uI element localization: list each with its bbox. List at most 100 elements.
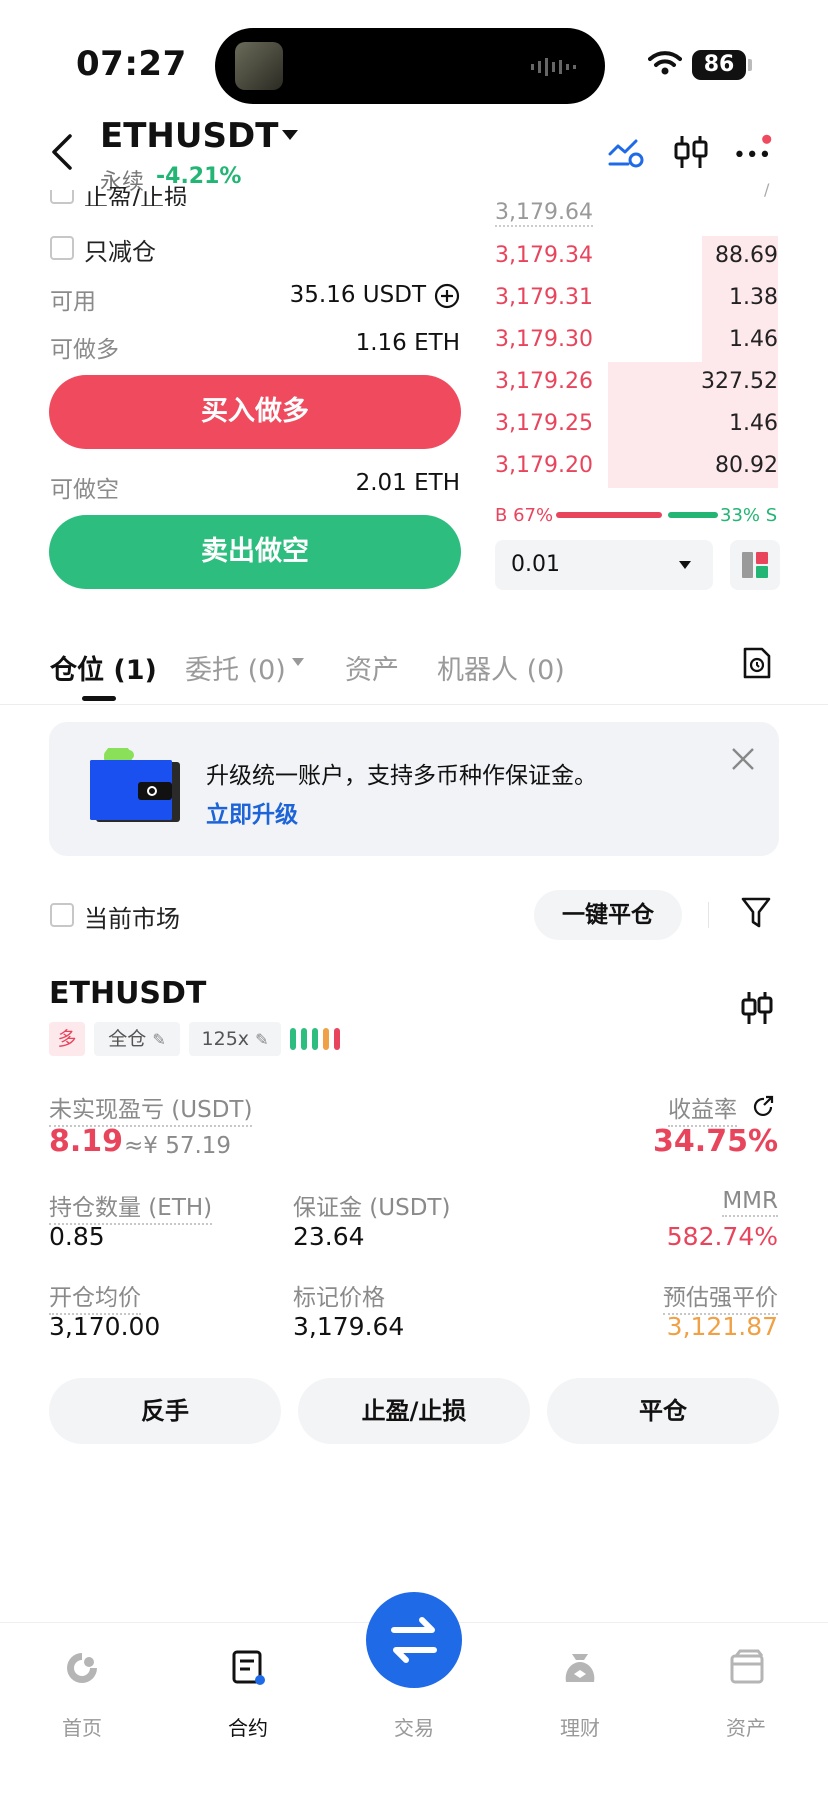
ask-size: 88.69	[715, 243, 778, 268]
nav-assets-label: 资产	[726, 1716, 766, 1740]
wallet-icon	[90, 748, 180, 822]
wifi-icon	[648, 51, 682, 75]
earn-icon	[565, 1654, 595, 1682]
available-label: 可用	[50, 289, 96, 315]
home-icon	[67, 1653, 98, 1683]
mark-price-value: 3,179.64	[293, 1312, 405, 1341]
ask-price: 3,179.26	[495, 369, 593, 394]
ask-size: 80.92	[715, 453, 778, 478]
mmr-label[interactable]: MMR	[722, 1188, 778, 1217]
sell-short-button[interactable]: 卖出做空	[49, 515, 461, 589]
futures-icon	[232, 1650, 265, 1685]
tab-positions[interactable]: 仓位 (1)	[50, 648, 157, 687]
status-time: 07:27	[76, 44, 187, 84]
price-alert-icon[interactable]	[606, 132, 646, 172]
ask-price: 3,179.30	[495, 327, 593, 352]
history-doc-icon[interactable]	[742, 646, 772, 680]
pair-dropdown-icon[interactable]	[282, 130, 298, 140]
position-chart-icon[interactable]	[740, 988, 774, 1028]
candlestick-chart-icon[interactable]	[672, 132, 712, 172]
tab-divider	[0, 704, 828, 705]
tab-orders[interactable]: 委托 (0)	[185, 648, 286, 687]
margin-mode-tag[interactable]: 全仓 ✎	[94, 1022, 180, 1056]
nav-earn-label: 理财	[560, 1716, 600, 1740]
position-size-label[interactable]: 持仓数量 (ETH)	[49, 1188, 213, 1225]
now-playing-thumbnail	[235, 42, 283, 90]
current-market-label: 当前市场	[84, 905, 180, 933]
close-icon[interactable]	[730, 746, 756, 772]
sell-ratio-bar	[668, 512, 718, 518]
adl-indicator-icon[interactable]	[290, 1028, 348, 1050]
tp-sl-checkbox[interactable]	[50, 190, 74, 204]
more-options-icon[interactable]	[734, 132, 774, 172]
buy-ratio: B 67%	[495, 505, 554, 526]
ask-size: 1.46	[729, 411, 778, 436]
ask-price: 3,179.34	[495, 243, 593, 268]
side-tag: 多	[49, 1022, 85, 1056]
liq-price-label[interactable]: 预估强平价	[663, 1278, 778, 1315]
orderbook-layout-icon	[742, 552, 768, 578]
banner-text: 升级统一账户，支持多币种作保证金。	[206, 763, 597, 789]
unrealized-pnl-cny: ≈¥ 57.19	[124, 1133, 232, 1159]
nav-home[interactable]: 首页	[32, 1648, 132, 1740]
collapse-marker: /	[764, 180, 770, 199]
buy-long-button[interactable]: 买入做多	[49, 375, 461, 449]
battery-tip	[748, 59, 752, 71]
close-position-button[interactable]: 平仓	[547, 1378, 779, 1444]
precision-select[interactable]: 0.01	[495, 540, 713, 590]
nav-futures-label: 合约	[228, 1716, 268, 1740]
orderbook-ask-row[interactable]: 3,179.20 80.92	[495, 446, 778, 488]
ask-price: 3,179.25	[495, 411, 593, 436]
edit-icon: ✎	[152, 1030, 166, 1049]
nav-home-label: 首页	[62, 1716, 102, 1740]
ask-size: 327.52	[701, 369, 778, 394]
unrealized-pnl-value: 8.19	[49, 1124, 124, 1159]
orderbook-top-price[interactable]: 3,179.64	[495, 200, 593, 227]
tab-assets[interactable]: 资产	[345, 648, 399, 687]
precision-value: 0.01	[511, 552, 560, 577]
share-icon[interactable]	[752, 1094, 776, 1118]
back-arrow-icon[interactable]	[48, 132, 76, 172]
leverage-tag[interactable]: 125x ✎	[189, 1022, 281, 1056]
pair-title[interactable]: ETHUSDT	[100, 116, 278, 156]
current-market-checkbox[interactable]	[50, 903, 74, 927]
max-long-value: 1.16 ETH	[355, 330, 460, 356]
orderbook-ask-row[interactable]: 3,179.34 88.69	[495, 236, 778, 278]
nav-trade-label[interactable]: 交易	[364, 1712, 464, 1741]
max-short-label: 可做空	[50, 477, 119, 503]
reduce-only-label: 只减仓	[84, 238, 156, 266]
roe-label[interactable]: 收益率	[668, 1090, 737, 1127]
position-size-value: 0.85	[49, 1222, 105, 1251]
orders-dropdown-icon[interactable]	[292, 658, 304, 666]
reverse-button[interactable]: 反手	[49, 1378, 281, 1444]
mmr-value: 582.74%	[666, 1222, 778, 1251]
orderbook-ask-row[interactable]: 3,179.26 327.52	[495, 362, 778, 404]
reduce-only-checkbox[interactable]	[50, 236, 74, 260]
swap-arrows-icon	[391, 1617, 437, 1663]
nav-earn[interactable]: 理财	[530, 1648, 630, 1740]
entry-price-label[interactable]: 开仓均价	[49, 1278, 141, 1315]
leverage-label: 125x	[201, 1028, 250, 1050]
battery-level: 86	[692, 50, 746, 80]
available-value: 35.16 USDT	[289, 282, 426, 308]
margin-label: 保证金 (USDT)	[293, 1195, 451, 1221]
margin-mode-label: 全仓	[108, 1028, 147, 1050]
close-all-button[interactable]: 一键平仓	[534, 890, 682, 940]
orderbook-ask-row[interactable]: 3,179.31 1.38	[495, 278, 778, 320]
tp-sl-button[interactable]: 止盈/止损	[298, 1378, 530, 1444]
ask-size: 1.46	[729, 327, 778, 352]
tab-bots[interactable]: 机器人 (0)	[437, 648, 565, 687]
unrealized-pnl-label[interactable]: 未实现盈亏 (USDT)	[49, 1090, 253, 1127]
position-symbol[interactable]: ETHUSDT	[49, 976, 206, 1011]
orderbook-ask-row[interactable]: 3,179.30 1.46	[495, 320, 778, 362]
orderbook-layout-button[interactable]	[730, 540, 780, 590]
nav-assets[interactable]: 资产	[696, 1648, 796, 1740]
add-funds-icon[interactable]	[434, 283, 460, 309]
entry-price-value: 3,170.00	[49, 1312, 161, 1341]
orderbook-ask-row[interactable]: 3,179.25 1.46	[495, 404, 778, 446]
trade-fab-button[interactable]	[366, 1592, 462, 1688]
upgrade-now-link[interactable]: 立即升级	[206, 795, 298, 829]
filter-icon[interactable]	[740, 896, 772, 930]
nav-futures[interactable]: 合约	[198, 1648, 298, 1740]
assets-wallet-icon	[730, 1649, 764, 1684]
